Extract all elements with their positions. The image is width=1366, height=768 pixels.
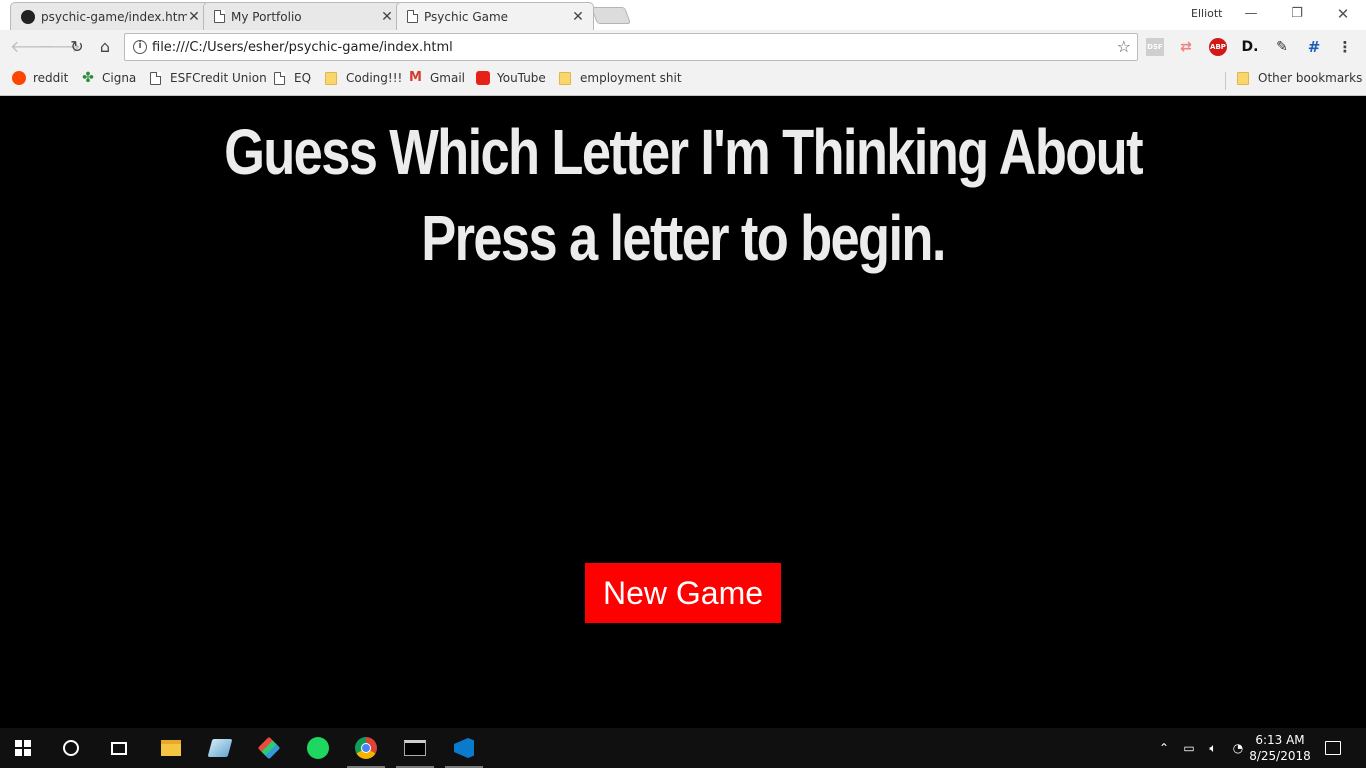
git-icon: [257, 736, 281, 760]
bookmark-label: reddit: [33, 71, 69, 85]
page-icon: [214, 10, 225, 23]
browser-tab-strip: psychic-game/index.html ✕ My Portfolio ✕…: [0, 0, 1366, 30]
action-center-button[interactable]: [1320, 728, 1346, 768]
minimize-button[interactable]: —: [1236, 4, 1266, 24]
folder-icon: [1237, 71, 1249, 85]
home-button[interactable]: ⌂: [94, 36, 116, 58]
clock-date: 8/25/2018: [1249, 749, 1311, 763]
bookmark-cigna[interactable]: ✤ Cigna: [81, 71, 136, 85]
page-instructions: Press a letter to begin.: [421, 202, 946, 274]
page-icon: [274, 71, 285, 85]
bookmark-star-icon[interactable]: ☆: [1117, 37, 1131, 56]
clock[interactable]: 6:13 AM 8/25/2018: [1246, 732, 1314, 764]
bookmark-youtube[interactable]: YouTube: [476, 71, 546, 85]
task-view-button[interactable]: [96, 728, 142, 768]
spotify-button[interactable]: [295, 728, 341, 768]
bookmark-label: Gmail: [430, 71, 466, 85]
bookmark-folder-employment[interactable]: employment shit: [559, 71, 682, 85]
vscode-icon: [454, 738, 474, 758]
cast-icon[interactable]: ⇄: [1177, 38, 1195, 56]
menu-icon[interactable]: ⋮: [1336, 38, 1354, 56]
windows-taskbar: ⌃ ▭ 🔈︎ ◔ 6:13 AM 8/25/2018: [0, 728, 1366, 768]
youtube-icon: [476, 71, 490, 85]
page-content: Guess Which Letter I'm Thinking About Pr…: [0, 97, 1366, 728]
bookmark-label: employment shit: [580, 71, 682, 85]
browser-toolbar: 🡐 🡒 ↻ ⌂ i file:///C:/Users/esher/psychic…: [0, 30, 1366, 65]
tab-github[interactable]: psychic-game/index.html ✕: [10, 2, 210, 30]
dsf-extension-icon[interactable]: DSF: [1146, 38, 1164, 56]
profile-name[interactable]: Elliott: [1191, 7, 1222, 20]
new-game-button[interactable]: New Game: [585, 563, 781, 623]
file-explorer-button[interactable]: [148, 728, 194, 768]
windows-logo-icon: [15, 740, 31, 756]
task-view-icon: [111, 741, 127, 755]
restore-button[interactable]: ❐: [1282, 4, 1312, 24]
reload-button[interactable]: ↻: [66, 36, 88, 58]
notifications-icon: [1325, 741, 1341, 755]
folder-icon: [559, 71, 571, 85]
file-explorer-icon: [161, 740, 181, 756]
cigna-icon: ✤: [82, 70, 94, 86]
battery-icon[interactable]: ▭: [1178, 728, 1200, 768]
bookmark-esfcredit-union[interactable]: ESFCredit Union: [150, 71, 267, 85]
cortana-icon: [63, 740, 79, 756]
bookmarks-divider: [1225, 72, 1226, 90]
page-ruler-icon[interactable]: #: [1305, 38, 1323, 56]
tab-psychic-game[interactable]: Psychic Game ✕: [396, 2, 594, 30]
close-icon[interactable]: ✕: [380, 10, 394, 24]
adblock-plus-icon[interactable]: ABP: [1209, 38, 1227, 56]
close-icon[interactable]: ✕: [187, 10, 201, 24]
bookmark-label: ESFCredit Union: [170, 71, 267, 85]
bookmark-folder-coding[interactable]: Coding!!!: [325, 71, 402, 85]
tab-title: My Portfolio: [231, 9, 302, 24]
github-icon: [21, 9, 35, 24]
bookmarks-bar: reddit ✤ Cigna ESFCredit Union EQ Coding…: [0, 65, 1366, 96]
app-icon: [207, 739, 233, 757]
bookmark-label: Coding!!!: [346, 71, 403, 85]
git-button[interactable]: [246, 728, 292, 768]
spotify-icon: [307, 737, 329, 759]
wifi-icon[interactable]: ◔: [1228, 728, 1248, 768]
page-icon: [150, 71, 161, 85]
bookmark-eq[interactable]: EQ: [274, 71, 311, 85]
tab-title: Psychic Game: [424, 9, 509, 24]
bookmark-label: YouTube: [497, 71, 546, 85]
tab-my-portfolio[interactable]: My Portfolio ✕: [203, 2, 403, 30]
dashlane-icon[interactable]: D.: [1241, 38, 1259, 56]
back-button[interactable]: 🡐: [10, 36, 53, 58]
page-icon: [407, 10, 418, 23]
color-picker-icon[interactable]: ✎: [1273, 38, 1291, 56]
info-icon[interactable]: i: [133, 40, 147, 54]
reddit-icon: [12, 71, 26, 85]
cortana-button[interactable]: [48, 728, 94, 768]
show-hidden-icons-button[interactable]: ⌃: [1154, 728, 1174, 768]
vscode-button[interactable]: [441, 728, 487, 768]
chrome-icon: [355, 737, 377, 759]
close-window-button[interactable]: ✕: [1328, 4, 1358, 24]
terminal-icon: [404, 740, 426, 756]
url-text[interactable]: file:///C:/Users/esher/psychic-game/inde…: [152, 40, 453, 55]
chrome-button[interactable]: [343, 728, 389, 768]
volume-icon[interactable]: 🔈︎: [1202, 728, 1224, 768]
other-bookmarks[interactable]: Other bookmarks: [1237, 71, 1362, 85]
new-tab-button[interactable]: [590, 7, 632, 24]
app-button[interactable]: [197, 728, 243, 768]
folder-icon: [325, 71, 337, 85]
tab-title: psychic-game/index.html: [41, 9, 187, 24]
bookmark-label: Cigna: [102, 71, 137, 85]
bookmark-label: Other bookmarks: [1258, 71, 1363, 85]
forward-button[interactable]: 🡒: [38, 36, 81, 58]
bookmark-label: EQ: [294, 71, 312, 85]
bookmark-reddit[interactable]: reddit: [12, 71, 68, 85]
close-icon[interactable]: ✕: [571, 10, 585, 24]
bookmark-gmail[interactable]: M Gmail: [409, 70, 466, 86]
terminal-button[interactable]: [392, 728, 438, 768]
address-bar[interactable]: i file:///C:/Users/esher/psychic-game/in…: [124, 33, 1138, 61]
page-title: Guess Which Letter I'm Thinking About: [224, 116, 1143, 188]
gmail-icon: M: [409, 70, 422, 85]
start-button[interactable]: [0, 728, 46, 768]
clock-time: 6:13 AM: [1255, 733, 1305, 747]
